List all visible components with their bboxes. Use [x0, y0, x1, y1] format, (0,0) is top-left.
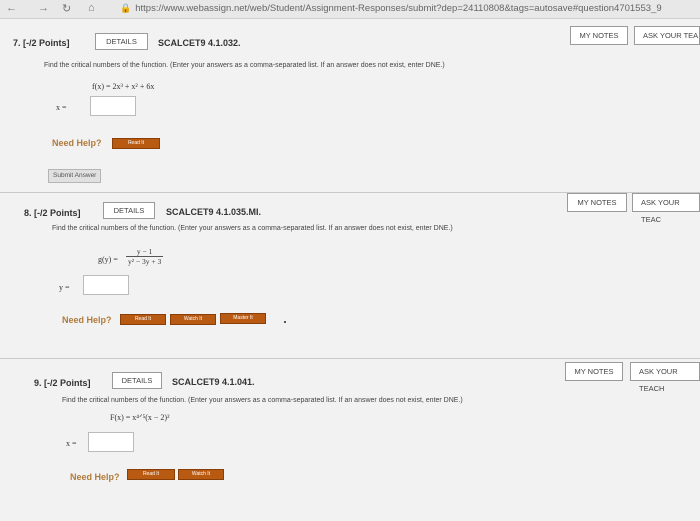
question-8-points: 8. [-/2 Points] — [24, 208, 81, 218]
back-arrow-icon[interactable]: ← — [6, 2, 17, 14]
watch-it-button[interactable]: Watch It — [170, 314, 216, 325]
question-points: [-/2 Points] — [23, 38, 70, 48]
address-bar[interactable]: 🔒 https://www.webassign.net/web/Student/A… — [120, 3, 662, 14]
need-help-label: Need Help? — [70, 472, 120, 482]
function-name: g(y) = — [98, 255, 118, 264]
answer-label: y = — [59, 283, 70, 292]
bullet-dot — [284, 321, 286, 323]
my-notes-button[interactable]: MY NOTES — [567, 193, 627, 212]
question-points: [-/2 Points] — [34, 208, 81, 218]
my-notes-button[interactable]: MY NOTES — [570, 26, 628, 45]
question-code: SCALCET9 4.1.035.MI. — [166, 207, 262, 217]
details-button[interactable]: DETAILS — [103, 202, 155, 219]
url-text: https://www.webassign.net/web/Student/As… — [135, 3, 662, 14]
answer-input[interactable] — [88, 432, 134, 452]
read-it-button[interactable]: Read It — [120, 314, 166, 325]
need-help-label: Need Help? — [62, 315, 112, 325]
question-divider — [0, 358, 700, 359]
submit-answer-button[interactable]: Submit Answer — [48, 169, 102, 183]
browser-toolbar: ← → ↻ ⌂ 🔒 https://www.webassign.net/web/S… — [0, 0, 700, 19]
ask-teacher-button[interactable]: ASK YOUR TEACH — [630, 362, 700, 393]
question-prompt: Find the critical numbers of the functio… — [52, 225, 453, 232]
my-notes-button[interactable]: MY NOTES — [565, 362, 623, 381]
fraction-denominator: y² − 3y + 3 — [128, 257, 162, 266]
answer-label: x = — [56, 103, 67, 112]
function-expression: f(x) = 2x³ + x² + 6x — [92, 82, 155, 91]
need-help-label: Need Help? — [52, 138, 102, 148]
question-code: SCALCET9 4.1.032. — [158, 38, 241, 48]
question-points: [-/2 Points] — [44, 378, 91, 388]
answer-input[interactable] — [90, 96, 136, 116]
answer-label: x = — [66, 439, 77, 448]
read-it-button[interactable]: Read It — [127, 469, 175, 480]
home-icon[interactable]: ⌂ — [88, 2, 95, 14]
question-number: 8. — [24, 208, 32, 218]
ask-teacher-button[interactable]: ASK YOUR TEA — [634, 26, 700, 45]
watch-it-button[interactable]: Watch It — [178, 469, 224, 480]
function-expression: F(x) = x⁴ᐟ⁵(x − 2)² — [110, 413, 170, 422]
answer-input[interactable] — [83, 275, 129, 295]
reload-icon[interactable]: ↻ — [62, 2, 71, 15]
question-prompt: Find the critical numbers of the functio… — [62, 397, 463, 404]
read-it-button[interactable]: Read It — [112, 138, 160, 149]
master-it-button[interactable]: Master It — [220, 313, 266, 324]
forward-arrow-icon[interactable]: → — [38, 2, 49, 14]
ask-teacher-button[interactable]: ASK YOUR TEAC — [632, 193, 700, 224]
lock-icon: 🔒 — [120, 3, 132, 13]
function-fraction: y − 1 y² − 3y + 3 — [126, 247, 164, 266]
question-code: SCALCET9 4.1.041. — [172, 377, 255, 387]
question-7-points: 7. [-/2 Points] — [13, 38, 70, 48]
details-button[interactable]: DETAILS — [95, 33, 148, 50]
question-number: 9. — [34, 378, 42, 388]
question-prompt: Find the critical numbers of the functio… — [44, 62, 445, 69]
details-button[interactable]: DETAILS — [112, 372, 162, 389]
question-number: 7. — [13, 38, 21, 48]
fraction-numerator: y − 1 — [126, 247, 164, 257]
question-9-points: 9. [-/2 Points] — [34, 378, 91, 388]
